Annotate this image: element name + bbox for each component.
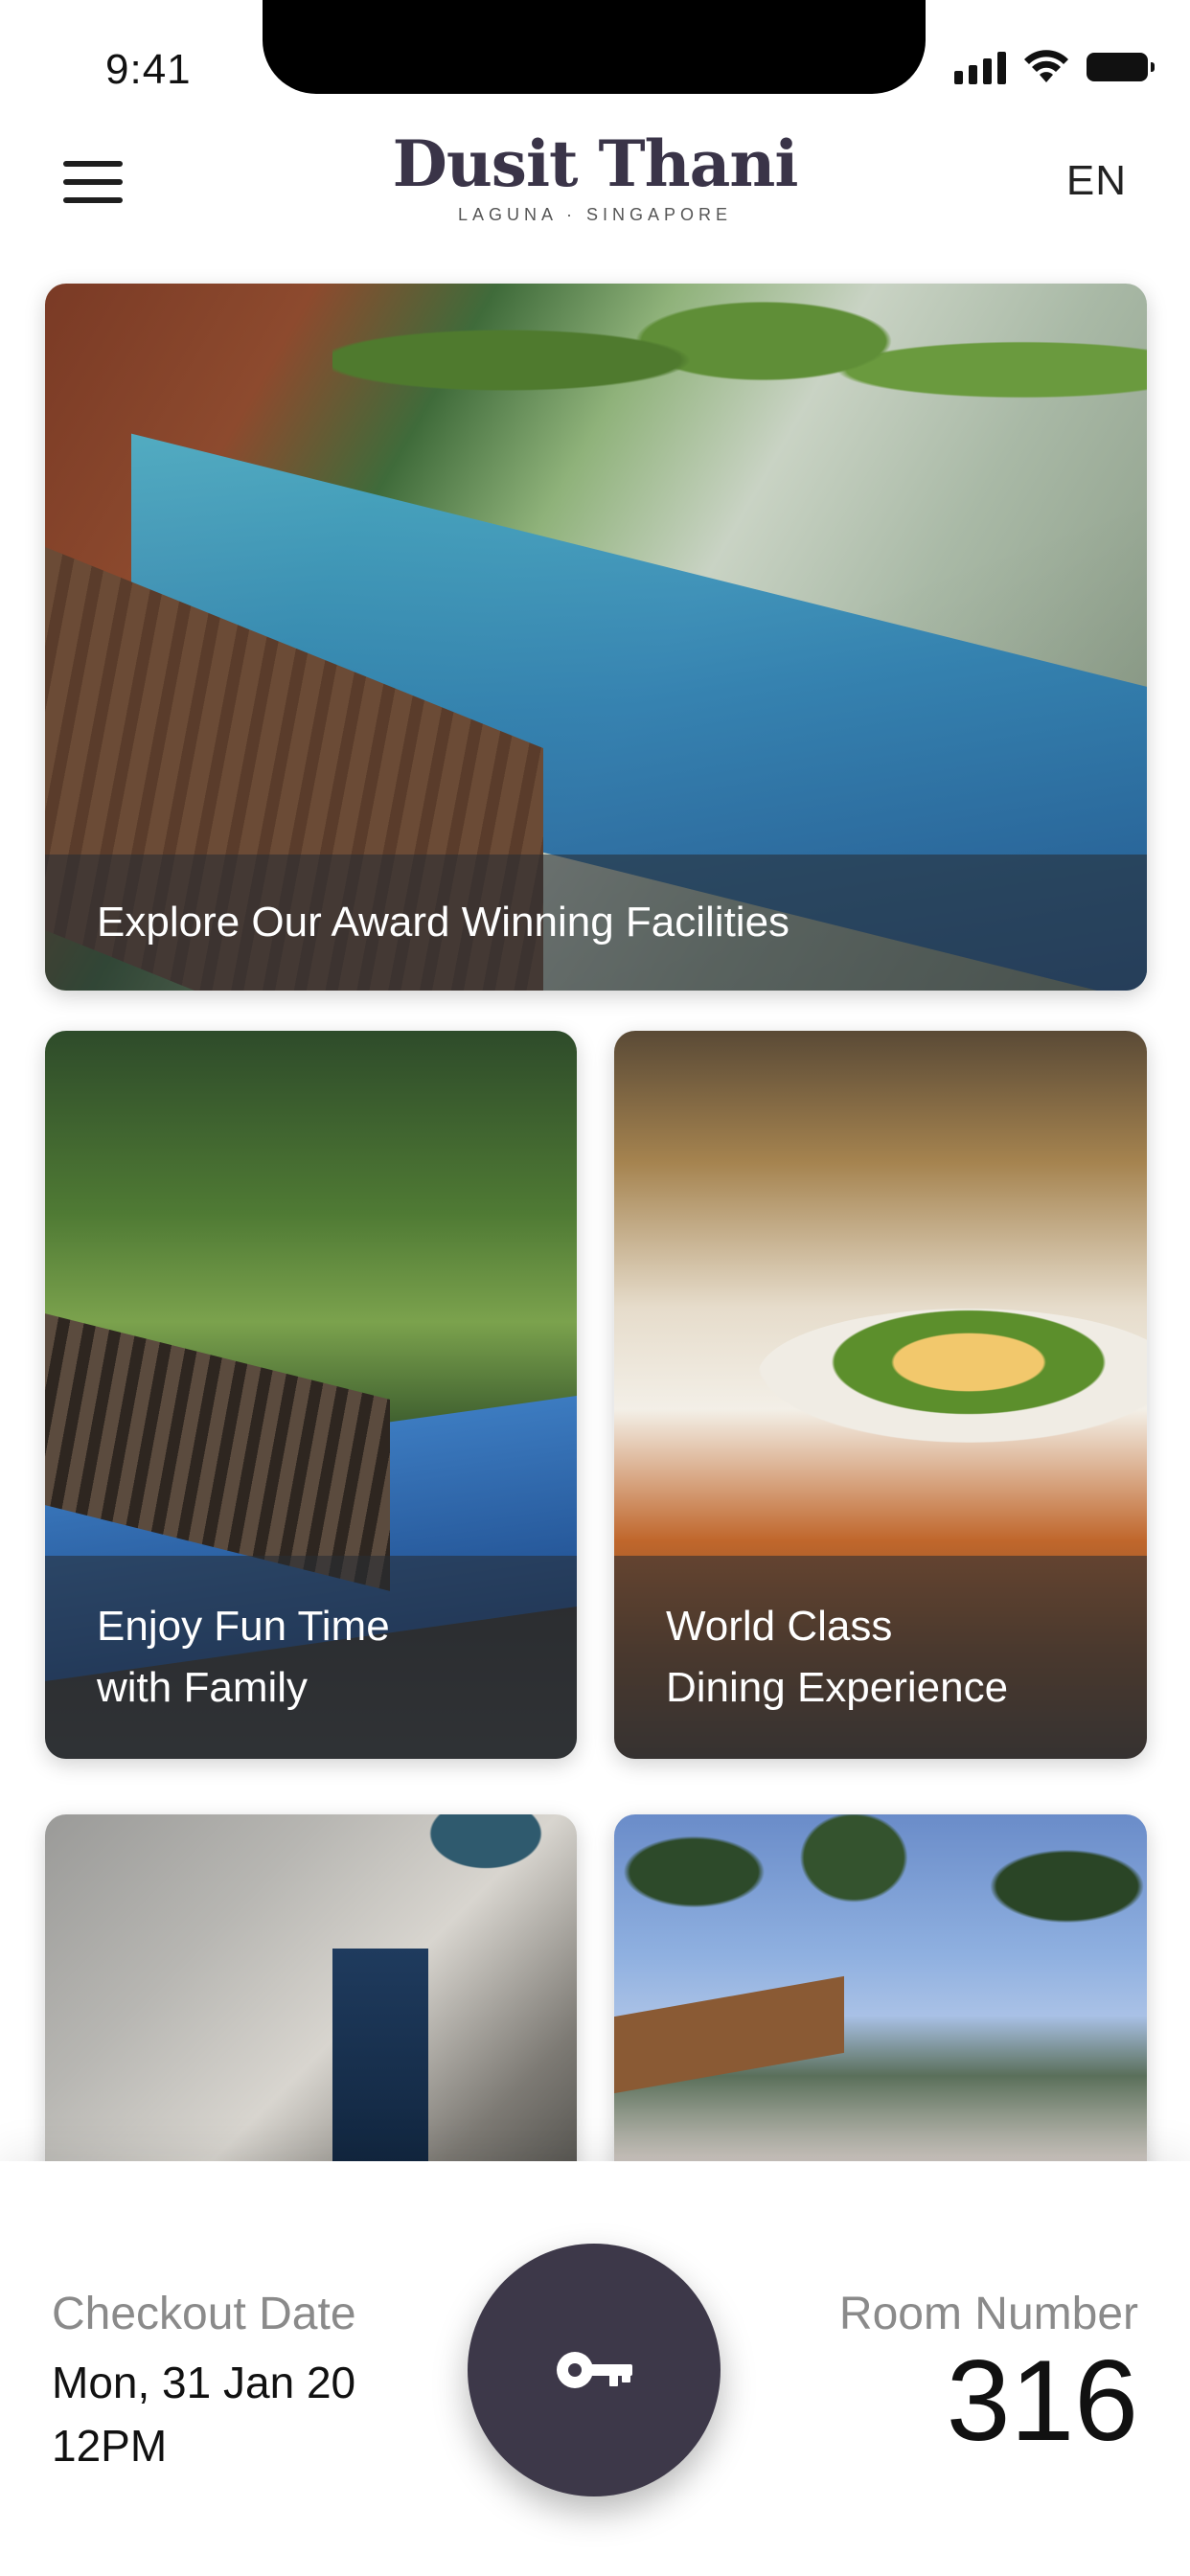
family-card[interactable]: Enjoy Fun Time with Family — [45, 1031, 577, 1759]
battery-icon — [1087, 53, 1155, 81]
dining-card[interactable]: World Class Dining Experience — [614, 1031, 1147, 1759]
hotel-logo: Dusit Thani LAGUNA · SINGAPORE — [0, 132, 1190, 225]
language-selector[interactable]: EN — [1066, 157, 1127, 205]
checkout-date: Mon, 31 Jan 20 — [52, 2358, 356, 2407]
key-icon — [557, 2352, 632, 2388]
checkout-time: 12PM — [52, 2421, 168, 2471]
caption-line: with Family — [97, 1664, 309, 1711]
booking-panel: Checkout Date Mon, 31 Jan 20 12PM Room N… — [0, 2161, 1190, 2576]
caption-line: Enjoy Fun Time — [97, 1603, 390, 1650]
facilities-image — [332, 284, 1147, 475]
card-caption: Enjoy Fun Time with Family — [45, 1556, 577, 1759]
resort-card[interactable] — [614, 1814, 1147, 2217]
caption-line: Explore Our Award Winning Facilities — [97, 899, 790, 946]
card-caption: Explore Our Award Winning Facilities — [45, 855, 1147, 991]
app-header: Dusit Thani LAGUNA · SINGAPORE EN — [0, 115, 1190, 249]
status-bar: 9:41 — [0, 0, 1190, 105]
caption-line: Dining Experience — [666, 1664, 1009, 1711]
card-caption: World Class Dining Experience — [614, 1556, 1147, 1759]
caption-line: World Class — [666, 1603, 893, 1650]
checkout-date-value: Mon, 31 Jan 20 12PM — [52, 2351, 355, 2477]
dining-image — [758, 1309, 1147, 1443]
facilities-card[interactable]: Explore Our Award Winning Facilities — [45, 284, 1147, 991]
room-image — [409, 1814, 562, 1881]
device-notch — [263, 0, 926, 94]
logo-subtitle: LAGUNA · SINGAPORE — [457, 205, 733, 224]
room-card[interactable] — [45, 1814, 577, 2217]
cellular-signal-icon — [954, 50, 1006, 84]
wifi-icon — [1024, 50, 1068, 82]
logo-title: Dusit Thani — [392, 126, 799, 201]
status-time: 9:41 — [105, 46, 192, 93]
digital-key-button[interactable] — [468, 2244, 721, 2496]
status-icons — [954, 50, 1155, 84]
checkout-date-label: Checkout Date — [52, 2289, 356, 2339]
room-number-value: 316 — [946, 2337, 1138, 2465]
room-number-label: Room Number — [838, 2289, 1138, 2339]
